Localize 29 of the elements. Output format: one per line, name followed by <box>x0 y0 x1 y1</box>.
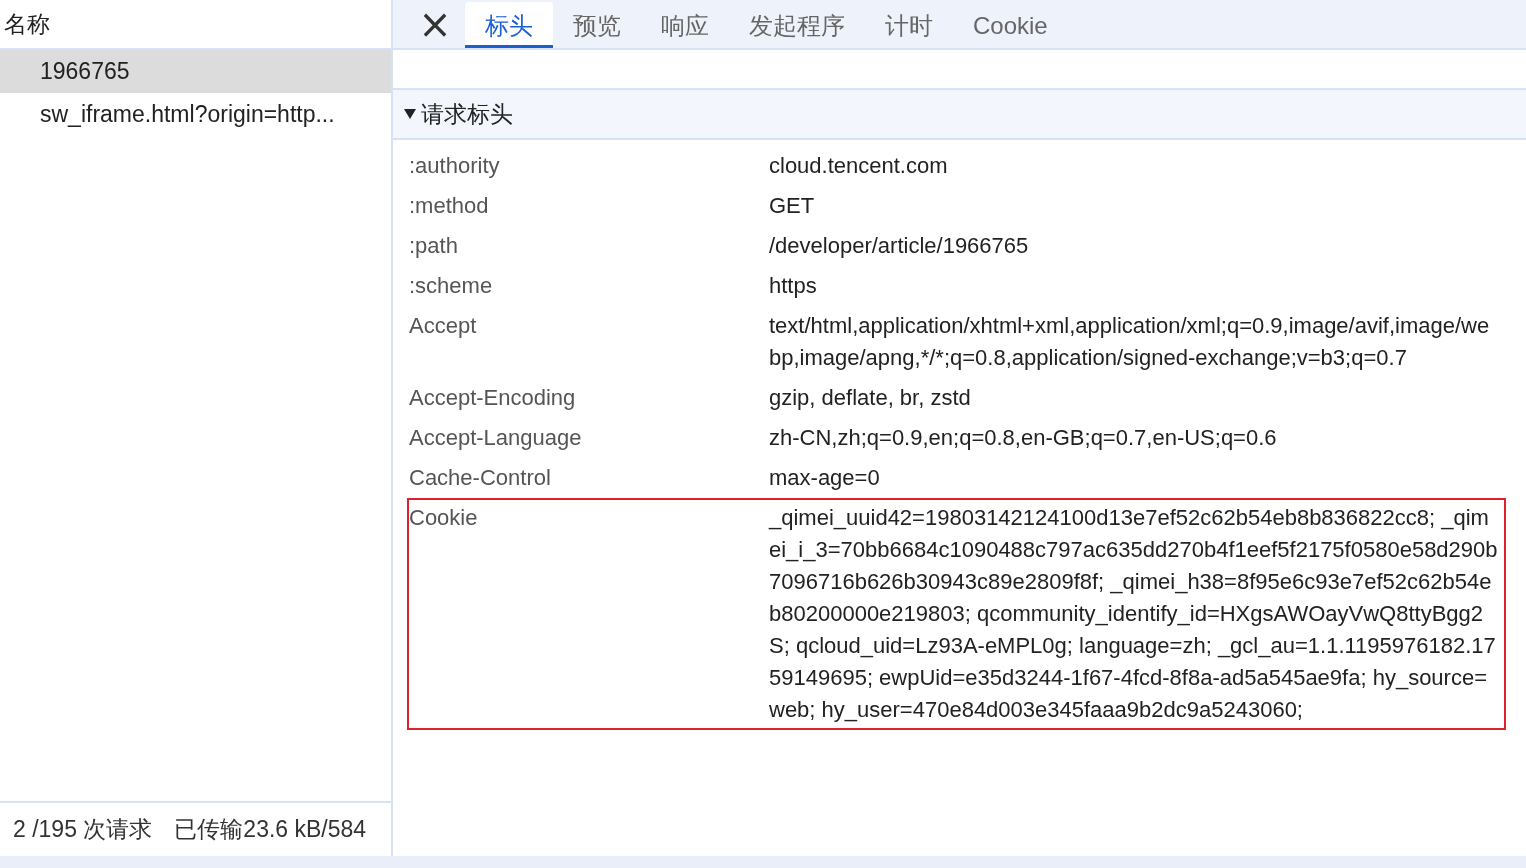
header-value: GET <box>769 192 816 220</box>
header-value: cloud.tencent.com <box>769 152 949 180</box>
header-name: :path <box>409 232 459 260</box>
tab[interactable]: 响应 <box>641 2 729 48</box>
header-value: _qimei_uuid42=19803142124100d13e7ef52c62b54eb8b836822cc8; _qimei_i_3=70bb6684c1090488c797ac635dd270b4f1eef5f2175f0580e58d290b7096716b626b30943c89e2809f8f; _qimei_h38=8f95e6c93e7ef52c62b54eb80200000e219803; qcommunity_identify_id=HXgsAWOayVwQ8ttyBgg2S; qcloud_uid=Lz93A-eMPL0g; language=zh; _gcl_au=1.1.1195976182.1759149695; ewpUid=e35d3244-1f67-4fcd-8f8a-ad5a545ae9fa; hy_source=web; hy_user=470e84d003e345faaa9b2dc9a5243060; <box>769 504 1499 724</box>
tab[interactable]: Cookie <box>953 2 1068 48</box>
header-name: Cache-Control <box>409 464 552 492</box>
close-button[interactable]: × <box>415 2 455 46</box>
transferred-size: 已传输23.6 kB/584 <box>174 815 367 844</box>
section-title[interactable]: 请求标头 <box>421 98 513 130</box>
tab[interactable]: 计时 <box>865 2 953 48</box>
header-name: Accept-Language <box>409 424 583 452</box>
header-name: Accept-Encoding <box>409 384 577 412</box>
header-name: Cookie <box>409 504 479 532</box>
request-count: 2 /195 次请求 <box>13 815 153 844</box>
header-value: max-age=0 <box>769 464 881 492</box>
request-row[interactable]: 1966765 <box>0 50 391 93</box>
header-value: gzip, deflate, br, zstd <box>769 384 972 412</box>
header-name: Accept <box>409 312 478 340</box>
tab[interactable]: 发起程序 <box>729 2 865 48</box>
header-value: /developer/article/1966765 <box>769 232 1030 260</box>
header-value: zh-CN,zh;q=0.9,en;q=0.8,en-GB;q=0.7,en-US;q=0.6 <box>769 424 1278 452</box>
request-row[interactable]: sw_iframe.html?origin=http... <box>0 93 391 136</box>
tab[interactable]: 预览 <box>553 2 641 48</box>
header-name: :authority <box>409 152 501 180</box>
header-name: :scheme <box>409 272 494 300</box>
header-name: :method <box>409 192 490 220</box>
header-value: https <box>769 272 818 300</box>
tab[interactable]: 标头 <box>465 2 553 48</box>
